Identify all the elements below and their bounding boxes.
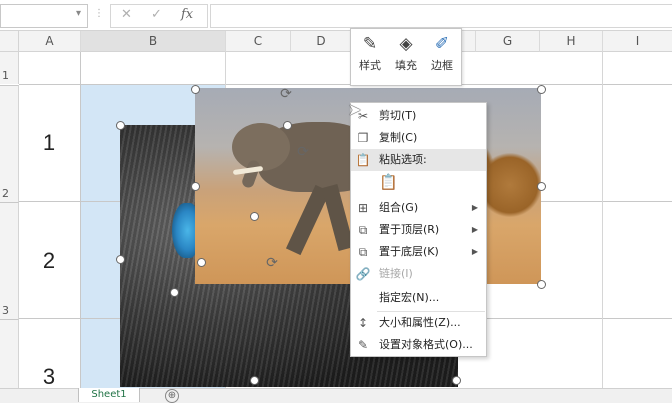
resize-handle[interactable] bbox=[191, 182, 200, 191]
format-object-icon: ✎ bbox=[357, 338, 369, 352]
name-box-dropdown-icon[interactable]: ▾ bbox=[76, 8, 81, 19]
border-button[interactable]: ✐ 边框 bbox=[425, 31, 459, 81]
rotate-handle-icon[interactable]: ⟳ bbox=[279, 87, 293, 101]
resize-handle[interactable] bbox=[537, 182, 546, 191]
cancel-icon[interactable]: ✕ bbox=[121, 7, 132, 22]
menu-item-group[interactable]: ⊞ 组合(G) ▶ bbox=[351, 197, 486, 219]
copy-icon: ❐ bbox=[357, 131, 369, 145]
select-all-corner[interactable] bbox=[0, 31, 19, 52]
row-header-1[interactable]: 1 bbox=[0, 52, 19, 84]
add-sheet-icon[interactable]: ⊕ bbox=[165, 389, 179, 403]
resize-handle[interactable] bbox=[250, 376, 259, 385]
bring-to-front-icon: ⧉ bbox=[358, 223, 368, 237]
size-icon: ↕ bbox=[357, 316, 369, 330]
menu-item-link: 🔗 链接(I) bbox=[351, 263, 486, 285]
resize-handle[interactable] bbox=[116, 121, 125, 130]
rotate-handle-icon[interactable]: ⟳ bbox=[265, 256, 279, 270]
formula-input[interactable] bbox=[210, 4, 672, 28]
column-header-c[interactable]: C bbox=[226, 31, 291, 52]
resize-handle[interactable] bbox=[191, 85, 200, 94]
bush-image bbox=[480, 150, 540, 220]
mini-toolbar: ✎ 样式 ◈ 填充 ✐ 边框 bbox=[350, 28, 462, 86]
send-to-back-icon: ⧉ bbox=[358, 245, 368, 259]
mouse-cursor-icon: ➤ bbox=[348, 100, 362, 119]
gridline bbox=[602, 52, 603, 388]
border-pen-icon: ✐ bbox=[434, 34, 450, 54]
resize-handle[interactable] bbox=[452, 376, 461, 385]
gridline bbox=[80, 52, 81, 388]
menu-item-bring-to-front[interactable]: ⧉ 置于顶层(R) ▶ bbox=[351, 219, 486, 241]
resize-handle[interactable] bbox=[116, 255, 125, 264]
enter-icon[interactable]: ✓ bbox=[151, 7, 162, 22]
style-icon: ✎ bbox=[362, 34, 378, 54]
gridline bbox=[19, 84, 672, 85]
rotate-handle-icon[interactable]: ⟳ bbox=[296, 145, 310, 159]
column-header-i[interactable]: I bbox=[603, 31, 672, 52]
column-header-h[interactable]: H bbox=[540, 31, 603, 52]
resize-handle[interactable] bbox=[250, 212, 259, 221]
menu-item-assign-macro[interactable]: 指定宏(N)... bbox=[351, 287, 486, 309]
style-button[interactable]: ✎ 样式 bbox=[353, 31, 387, 81]
menu-item-cut[interactable]: ✂ 剪切(T) bbox=[351, 105, 486, 127]
elephant-head-image bbox=[232, 123, 290, 171]
menu-item-paste-options[interactable]: 📋 粘贴选项: bbox=[351, 149, 486, 171]
resize-handle[interactable] bbox=[170, 288, 179, 297]
group-icon: ⊞ bbox=[357, 201, 369, 215]
cell-a3[interactable]: 3 bbox=[19, 364, 79, 390]
fill-button[interactable]: ◈ 填充 bbox=[389, 31, 423, 81]
resize-handle[interactable] bbox=[197, 258, 206, 267]
formula-bar-separator-icon: ⋮ bbox=[94, 8, 104, 19]
cell-a2[interactable]: 2 bbox=[19, 248, 79, 274]
cell-a1[interactable]: 1 bbox=[19, 130, 79, 156]
row-header-4[interactable] bbox=[0, 319, 19, 389]
submenu-arrow-icon: ▶ bbox=[471, 225, 478, 234]
resize-handle[interactable] bbox=[283, 121, 292, 130]
column-header-g[interactable]: G bbox=[476, 31, 540, 52]
menu-item-size-properties[interactable]: ↕ 大小和属性(Z)... bbox=[351, 312, 486, 334]
menu-item-copy[interactable]: ❐ 复制(C) bbox=[351, 127, 486, 149]
link-icon: 🔗 bbox=[355, 267, 371, 281]
submenu-arrow-icon: ▶ bbox=[471, 247, 478, 256]
column-header-d[interactable]: D bbox=[291, 31, 352, 52]
formula-buttons: ✕ ✓ fx bbox=[110, 4, 208, 28]
column-header-a[interactable]: A bbox=[19, 31, 81, 52]
paste-option-icon[interactable]: 📋 bbox=[379, 173, 398, 195]
resize-handle[interactable] bbox=[537, 280, 546, 289]
sheet-tab-sheet1[interactable]: Sheet1 bbox=[78, 388, 140, 402]
menu-item-send-to-back[interactable]: ⧉ 置于底层(K) ▶ bbox=[351, 241, 486, 263]
menu-item-format-object[interactable]: ✎ 设置对象格式(O)... bbox=[351, 334, 486, 356]
submenu-arrow-icon: ▶ bbox=[471, 203, 478, 212]
fill-bucket-icon: ◈ bbox=[399, 34, 413, 54]
context-menu: ✂ 剪切(T) ❐ 复制(C) 📋 粘贴选项: 📋 ⊞ 组合(G) ▶ ⧉ 置于… bbox=[350, 102, 487, 357]
paste-icon: 📋 bbox=[355, 153, 371, 167]
row-header-2[interactable]: 2 bbox=[0, 85, 19, 202]
row-header-3[interactable]: 3 bbox=[0, 202, 19, 319]
name-box[interactable]: ▾ bbox=[0, 4, 88, 28]
resize-handle[interactable] bbox=[537, 85, 546, 94]
column-header-b[interactable]: B bbox=[81, 31, 226, 52]
insert-function-icon[interactable]: fx bbox=[181, 7, 193, 22]
